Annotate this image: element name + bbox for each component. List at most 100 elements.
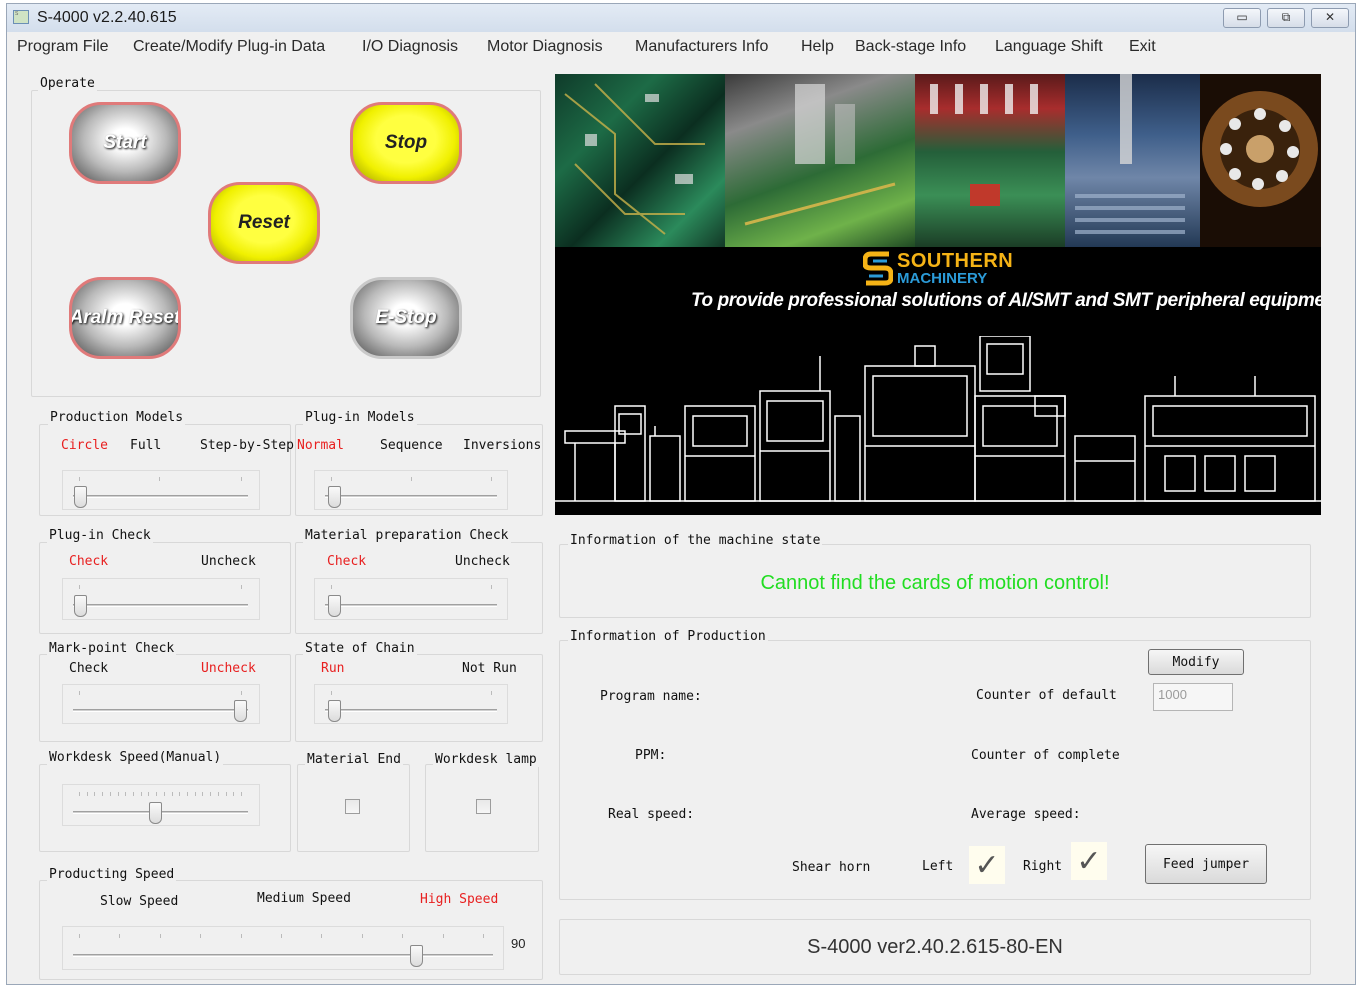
plugin-model-inversions: Inversions	[463, 438, 542, 453]
slider-tick	[133, 792, 134, 796]
menu-io-diagnosis[interactable]: I/O Diagnosis	[362, 38, 458, 56]
slider-tick	[491, 691, 492, 695]
slider-track	[73, 954, 493, 957]
slider-tick	[200, 934, 202, 938]
slider-tick	[187, 792, 188, 796]
workdesk-speed-label: Workdesk Speed(Manual)	[47, 750, 224, 765]
window-title: S-4000 v2.2.40.615	[37, 9, 177, 26]
slider-tick	[156, 792, 158, 796]
menu-back-stage-info[interactable]: Back-stage Info	[855, 38, 966, 56]
southern-logo-icon	[862, 250, 894, 286]
real-speed-label: Real speed:	[608, 807, 695, 822]
slider-tick	[202, 792, 204, 796]
program-name-label: Program name:	[600, 689, 702, 704]
stop-button[interactable]: Stop	[350, 102, 462, 184]
slider-thumb[interactable]	[328, 595, 341, 617]
slider-tick	[79, 934, 80, 938]
menu-exit[interactable]: Exit	[1129, 38, 1156, 56]
slider-thumb[interactable]	[149, 802, 162, 824]
title-bar: S S-4000 v2.2.40.615 ▭ ⧉ ✕	[7, 4, 1355, 32]
left-label: Left	[922, 859, 954, 874]
version-text: S-4000 ver2.40.2.615-80-EN	[807, 936, 1063, 958]
counter-default-input[interactable]: 1000	[1153, 683, 1233, 711]
average-speed-label: Average speed:	[971, 807, 1081, 822]
slider-tick	[159, 477, 160, 481]
production-model-step: Step-by-Step	[200, 438, 294, 453]
start-button[interactable]: Start	[69, 102, 181, 184]
production-info-label: Information of Production	[568, 629, 768, 644]
smt-machine-photo	[725, 74, 915, 247]
menu-create-modify-plugin-data[interactable]: Create/Modify Plug-in Data	[133, 38, 325, 56]
medium-speed-label: Medium Speed	[257, 891, 351, 906]
slider-tick	[148, 792, 150, 796]
machine-state-label: Information of the machine state	[568, 533, 823, 548]
slider-tick	[331, 585, 332, 589]
slider-track	[325, 709, 497, 712]
left-checkmark-icon[interactable]: ✓	[969, 846, 1005, 884]
right-checkmark-icon[interactable]: ✓	[1071, 842, 1107, 880]
slider-tick	[79, 792, 80, 796]
chain-run: Run	[321, 661, 345, 676]
production-models-slider[interactable]	[62, 470, 260, 510]
material-end-label: Material End	[305, 752, 403, 767]
slider-tick	[402, 934, 404, 938]
plugin-models-slider[interactable]	[314, 470, 508, 510]
app-logo-icon: S	[13, 10, 29, 24]
production-model-circle: Circle	[61, 438, 108, 453]
machine-parts	[744, 84, 896, 226]
alarm-reset-button[interactable]: Aralm Reset	[69, 277, 181, 359]
plugin-check-uncheck: Uncheck	[201, 554, 256, 569]
pick-place-heads	[930, 84, 1038, 206]
markpoint-check-slider[interactable]	[62, 684, 260, 724]
state-of-chain-label: State of Chain	[303, 641, 417, 656]
modify-button[interactable]: Modify	[1148, 649, 1244, 675]
slider-thumb[interactable]	[74, 486, 87, 508]
estop-button[interactable]: E-Stop	[350, 277, 462, 359]
material-prep-check-label: Material preparation Check	[303, 528, 511, 543]
markpoint-check-label: Mark-point Check	[47, 641, 177, 656]
maximize-button[interactable]: ⧉	[1267, 8, 1305, 28]
slider-thumb[interactable]	[74, 595, 87, 617]
brand-subname: MACHINERY	[897, 270, 988, 287]
reset-button[interactable]: Reset	[208, 182, 320, 264]
high-speed-label: High Speed	[420, 892, 499, 907]
state-of-chain-slider[interactable]	[314, 684, 508, 724]
slider-thumb[interactable]	[328, 700, 341, 722]
workdesk-lamp-checkbox[interactable]	[476, 799, 491, 814]
slider-thumb[interactable]	[410, 945, 423, 967]
feed-jumper-button[interactable]: Feed jumper	[1145, 844, 1267, 884]
company-banner: SOUTHERN MACHINERY To provide profession…	[555, 74, 1321, 515]
slider-tick	[442, 934, 444, 938]
producting-speed-slider[interactable]	[62, 926, 504, 970]
material-end-checkbox[interactable]	[345, 799, 360, 814]
menu-language-shift[interactable]: Language Shift	[995, 38, 1103, 56]
slider-tick	[321, 934, 323, 938]
ppm-label: PPM:	[635, 748, 667, 763]
nozzle-grid	[1075, 74, 1185, 234]
menu-help[interactable]: Help	[801, 38, 834, 56]
production-models-label: Production Models	[48, 410, 186, 425]
producting-speed-value: 90	[511, 936, 526, 951]
slider-tick	[94, 792, 96, 796]
slider-tick	[79, 477, 80, 481]
counter-default-label: Counter of default	[976, 688, 1117, 703]
slider-tick	[233, 792, 235, 796]
slider-tick	[491, 585, 492, 589]
slider-thumb[interactable]	[234, 700, 247, 722]
slider-tick	[281, 934, 282, 938]
slider-tick	[491, 477, 492, 481]
production-line-drawing	[555, 336, 1321, 502]
menu-motor-diagnosis[interactable]: Motor Diagnosis	[487, 38, 603, 56]
close-button[interactable]: ✕	[1311, 8, 1349, 28]
plugin-check-slider[interactable]	[62, 578, 260, 620]
material-prep-check-slider[interactable]	[314, 578, 508, 620]
slider-track	[325, 604, 497, 607]
menu-manufacturers-info[interactable]: Manufacturers Info	[635, 38, 768, 56]
menu-program-file[interactable]: Program File	[17, 38, 109, 56]
minimize-button[interactable]: ▭	[1223, 8, 1261, 28]
main-window: S S-4000 v2.2.40.615 ▭ ⧉ ✕ Program File …	[6, 3, 1356, 985]
slider-thumb[interactable]	[328, 486, 341, 508]
workdesk-speed-slider[interactable]	[62, 784, 260, 826]
banner-tagline: To provide professional solutions of AI/…	[691, 290, 1321, 311]
slider-tick	[119, 934, 121, 938]
